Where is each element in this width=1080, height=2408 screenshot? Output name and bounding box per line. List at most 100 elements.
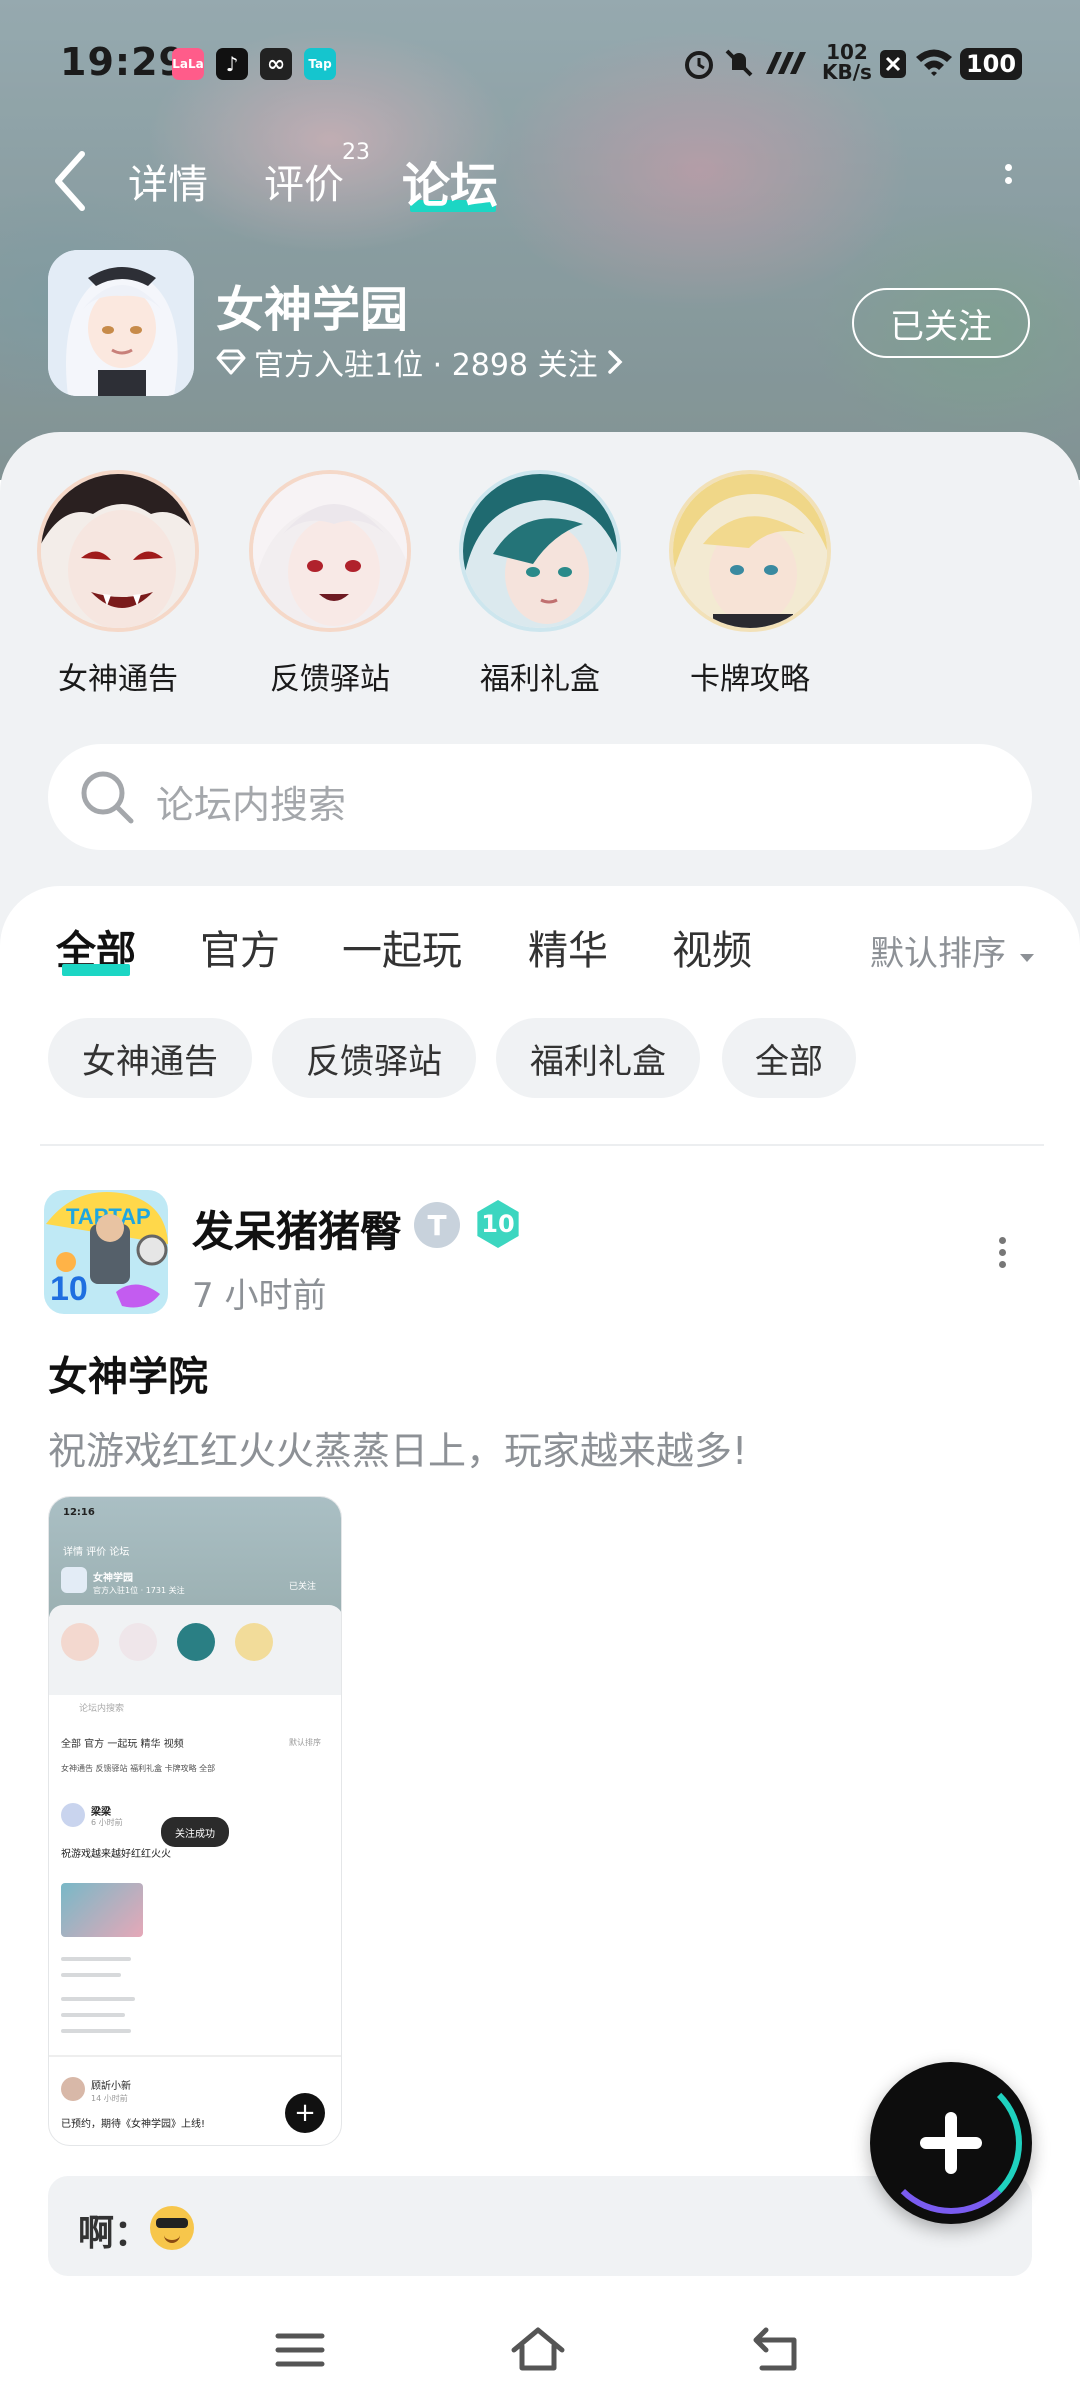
- thumb-text-line: [61, 2029, 131, 2033]
- reviews-count-badge: 23: [342, 140, 370, 165]
- forum-search-input[interactable]: 论坛内搜索: [48, 744, 1032, 850]
- thumb-second-body: 已预约，期待《女神学园》上线!: [61, 2119, 206, 2130]
- mute-icon: [725, 49, 753, 77]
- network-speed-unit: KB/s: [822, 60, 872, 84]
- post-body[interactable]: 祝游戏红红火火蒸蒸日上，玩家越来越多!: [48, 1420, 747, 1475]
- thumb-sort: 默认排序: [289, 1738, 321, 1747]
- thumb-board-avatar: [177, 1623, 215, 1661]
- chip-feedback-station[interactable]: 反馈驿站: [272, 1018, 476, 1098]
- thumb-chips: 女神通告 反馈驿站 福利礼盒 卡牌攻略 全部: [61, 1764, 216, 1773]
- tab-forum[interactable]: 论坛: [402, 146, 498, 216]
- battery-indicator: 100: [960, 48, 1022, 80]
- sort-label: 默认排序: [870, 934, 1006, 974]
- board-card-guide[interactable]: 卡牌攻略: [660, 470, 840, 698]
- status-bar: 19:29 LaLa ♪ ∞ Tap 102 KB/s 100: [0, 36, 1080, 92]
- link-app-icon: ∞: [260, 48, 292, 80]
- thumb-follow: 已关注: [289, 1582, 317, 1592]
- game-title: 女神学园: [216, 282, 409, 338]
- board-label: 女神通告: [58, 662, 178, 697]
- thumb-text-line: [61, 2013, 125, 2017]
- follow-button[interactable]: 已关注: [852, 288, 1030, 358]
- thumb-second-avatar: [61, 2077, 85, 2101]
- chevron-right-icon: [607, 350, 623, 374]
- thumb-post-body: 祝游戏越来越好红红火火: [61, 1849, 171, 1860]
- tab-details[interactable]: 详情: [128, 152, 208, 210]
- thumb-post-image: [61, 1883, 143, 1937]
- board-feedback-station[interactable]: 反馈驿站: [240, 470, 420, 698]
- signal-icon: [766, 52, 806, 74]
- post-author-name[interactable]: 发呆猪猪臀: [192, 1198, 402, 1259]
- chip-goddess-notice[interactable]: 女神通告: [48, 1018, 252, 1098]
- post-time: 7 小时前: [192, 1276, 327, 1316]
- thumb-search-text: 论坛内搜索: [79, 1704, 125, 1714]
- thumb-board-avatar: [119, 1623, 157, 1661]
- post-more-icon[interactable]: [990, 1232, 1014, 1272]
- chip-all[interactable]: 全部: [722, 1018, 856, 1098]
- post-image-thumbnail[interactable]: 12:16 详情 评价 论坛 女神学园 官方入驻1位 · 1731 关注 已关注…: [48, 1496, 342, 2146]
- game-icon[interactable]: [48, 250, 194, 396]
- plus-icon-vertical: [945, 2112, 957, 2174]
- feed-tab-featured[interactable]: 精华: [528, 918, 608, 976]
- board-label: 福利礼盒: [480, 662, 600, 697]
- create-post-button[interactable]: [870, 2062, 1032, 2224]
- network-speed: 102 KB/s: [822, 42, 872, 82]
- feed-tab-video[interactable]: 视频: [672, 918, 752, 976]
- chip-gift-box[interactable]: 福利礼盒: [496, 1018, 700, 1098]
- diamond-icon: [216, 349, 246, 375]
- thumb-text-line: [61, 1957, 131, 1961]
- board-label: 卡牌攻略: [690, 662, 810, 697]
- feed-tab-official[interactable]: 官方: [200, 918, 280, 976]
- home-icon[interactable]: [508, 2320, 568, 2380]
- thumb-time: 12:16: [63, 1507, 95, 1518]
- feed-tab-underline: [62, 964, 130, 976]
- menu-icon[interactable]: [270, 2320, 330, 2380]
- comment-author: 啊：: [78, 2213, 151, 2254]
- post-title[interactable]: 女神学院: [48, 1344, 208, 1402]
- back-icon[interactable]: [748, 2320, 808, 2380]
- board-avatar: [459, 470, 621, 632]
- board-avatar: [249, 470, 411, 632]
- thumb-second-author: 顾訢小新: [91, 2081, 131, 2092]
- game-meta-text: 官方入驻1位 · 2898 关注: [254, 348, 598, 383]
- thumb-text-line: [61, 1997, 135, 2001]
- sort-dropdown[interactable]: 默认排序: [870, 926, 1037, 975]
- tiktok-app-icon: ♪: [216, 48, 248, 80]
- thumb-post-time: 6 小时前: [91, 1818, 123, 1827]
- wifi-icon: [916, 49, 952, 76]
- search-icon: [81, 771, 134, 824]
- system-nav-bar: [0, 2290, 1080, 2408]
- board-gift-box[interactable]: 福利礼盒: [450, 470, 630, 698]
- board-goddess-notice[interactable]: 女神通告: [28, 470, 208, 698]
- thumb-divider: [49, 2055, 341, 2057]
- tab-reviews[interactable]: 评价: [264, 152, 344, 210]
- status-time: 19:29: [60, 40, 186, 84]
- lala-app-icon: LaLa: [172, 48, 204, 80]
- dropdown-triangle-icon: [1019, 954, 1034, 962]
- game-meta-link[interactable]: 官方入驻1位 · 2898 关注: [216, 340, 624, 384]
- thumb-game-meta: 官方入驻1位 · 1731 关注: [93, 1586, 185, 1595]
- back-arrow-icon[interactable]: [50, 148, 90, 214]
- thumb-feed-tabs: 全部 官方 一起玩 精华 视频: [61, 1739, 184, 1750]
- thumb-fab-plus-icon: +: [285, 2093, 325, 2133]
- search-placeholder: 论坛内搜索: [156, 783, 347, 827]
- taptap-app-icon: Tap: [304, 48, 336, 80]
- verified-t-badge-icon: T: [414, 1202, 460, 1248]
- sim-icon: [880, 50, 906, 78]
- thumb-tabs: 详情 评价 论坛: [63, 1547, 130, 1558]
- board-avatar: [37, 470, 199, 632]
- board-avatar: [669, 470, 831, 632]
- more-options-icon[interactable]: [994, 158, 1022, 208]
- thumb-board-avatar: [61, 1623, 99, 1661]
- sunglasses-emoji-icon: [150, 2206, 194, 2250]
- feed-tab-play-together[interactable]: 一起玩: [342, 918, 462, 976]
- board-label: 反馈驿站: [270, 662, 390, 697]
- thumb-toast: 关注成功: [161, 1817, 229, 1847]
- post-author-avatar[interactable]: TAPTAP 10: [36, 1184, 176, 1320]
- comment-preview[interactable]: 啊：: [48, 2176, 1032, 2276]
- thumb-post-avatar: [61, 1803, 85, 1827]
- alarm-icon: [685, 51, 713, 79]
- svg-text:10: 10: [50, 1270, 88, 1308]
- feed-divider: [40, 1144, 1044, 1146]
- thumb-text-line: [61, 1973, 121, 1977]
- thumb-post-author: 梁梁: [91, 1807, 111, 1818]
